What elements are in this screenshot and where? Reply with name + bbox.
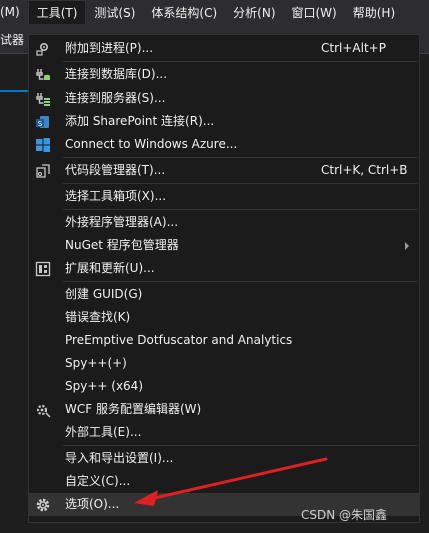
menu-item-label: 外部工具(E)...	[65, 425, 142, 439]
extensions-icon	[35, 261, 51, 277]
menu-item-help[interactable]: 帮助(H)	[345, 0, 403, 24]
menu-item-external-tools[interactable]: 外部工具(E)...	[29, 421, 419, 444]
menu-item-preemptive-dotfuscator[interactable]: PreEmptive Dotfuscator and Analytics	[29, 329, 419, 352]
menu-item-code-snippets-manager[interactable]: 代码段管理器(T)... Ctrl+K, Ctrl+B	[29, 159, 419, 182]
menu-item-label: 错误查找(K)	[65, 310, 131, 324]
separator	[63, 281, 417, 282]
accent-line	[0, 90, 28, 92]
svg-text:S: S	[38, 120, 43, 128]
menu-item-label: 自定义(C)...	[65, 474, 131, 488]
menu-item-spy-plus-plus-x64[interactable]: Spy++ (x64)	[29, 375, 419, 398]
menu-item-spy-plus-plus[interactable]: Spy++(+)	[29, 352, 419, 375]
menu-item-shortcut: Ctrl+Alt+P	[321, 41, 386, 55]
menu-bar: (M) 工具(T) 测试(S) 体系结构(C) 分析(N) 窗口(W) 帮助(H…	[0, 0, 429, 24]
menu-item-label: 代码段管理器(T)...	[65, 163, 166, 177]
menu-item-extensions-updates[interactable]: 扩展和更新(U)...	[29, 257, 419, 280]
menu-item-label: 连接到服务器(S)...	[65, 91, 166, 105]
code-snippet-icon	[35, 163, 51, 179]
gear-icon	[35, 497, 51, 513]
separator	[63, 209, 417, 210]
menu-item-addin-manager[interactable]: 外接程序管理器(A)...	[29, 211, 419, 234]
menu-item-label: 导入和导出设置(I)...	[65, 451, 174, 465]
menu-item-connect-azure[interactable]: Connect to Windows Azure...	[29, 133, 419, 156]
menu-item-label: Spy++(+)	[65, 356, 127, 370]
menu-item-connect-database[interactable]: 连接到数据库(D)...	[29, 63, 419, 86]
menu-item-choose-toolbox-items[interactable]: 选择工具箱项(X)...	[29, 185, 419, 208]
menu-item-label: NuGet 程序包管理器	[65, 238, 179, 252]
separator	[63, 445, 417, 446]
menu-item-label: 扩展和更新(U)...	[65, 261, 155, 275]
menu-item-label: 连接到数据库(D)...	[65, 67, 168, 81]
menu-item-label: Connect to Windows Azure...	[65, 137, 238, 151]
menu-item-label: 创建 GUID(G)	[65, 287, 143, 301]
menu-item-window[interactable]: 窗口(W)	[284, 0, 345, 24]
toolbar-debugger-fragment[interactable]: 试器	[0, 31, 24, 48]
menu-item-partial[interactable]: (M)	[0, 0, 28, 24]
menu-item-customize[interactable]: 自定义(C)...	[29, 470, 419, 493]
menu-item-test[interactable]: 测试(S)	[86, 0, 143, 24]
sharepoint-icon: S	[35, 114, 51, 130]
menu-item-label: 选项(O)...	[65, 497, 120, 511]
menu-item-error-lookup[interactable]: 错误查找(K)	[29, 306, 419, 329]
menu-item-create-guid[interactable]: 创建 GUID(G)	[29, 283, 419, 306]
menu-item-analyze[interactable]: 分析(N)	[225, 0, 283, 24]
menu-item-attach-to-process[interactable]: 附加到进程(P)... Ctrl+Alt+P	[29, 37, 419, 60]
server-connect-icon	[35, 91, 51, 107]
menu-item-connect-server[interactable]: 连接到服务器(S)...	[29, 87, 419, 110]
windows-azure-icon	[35, 137, 51, 153]
menu-item-shortcut: Ctrl+K, Ctrl+B	[321, 163, 408, 177]
separator	[63, 183, 417, 184]
menu-item-import-export-settings[interactable]: 导入和导出设置(I)...	[29, 447, 419, 470]
attach-process-icon	[35, 41, 51, 57]
menu-item-label: Spy++ (x64)	[65, 379, 143, 393]
menu-item-add-sharepoint[interactable]: S 添加 SharePoint 连接(R)...	[29, 110, 419, 133]
menu-item-label: 附加到进程(P)...	[65, 41, 154, 55]
menu-item-label: 选择工具箱项(X)...	[65, 189, 167, 203]
menu-item-wcf-config-editor[interactable]: WCF 服务配置编辑器(W)	[29, 398, 419, 421]
menu-item-architecture[interactable]: 体系结构(C)	[143, 0, 225, 24]
separator	[63, 61, 417, 62]
submenu-arrow-icon	[405, 242, 409, 250]
menu-item-label: WCF 服务配置编辑器(W)	[65, 402, 202, 416]
menu-item-label: 添加 SharePoint 连接(R)...	[65, 114, 215, 128]
menu-item-label: 外接程序管理器(A)...	[65, 215, 179, 229]
menu-item-tools[interactable]: 工具(T)	[27, 0, 87, 24]
menu-item-label: PreEmptive Dotfuscator and Analytics	[65, 333, 293, 347]
watermark: CSDN @朱国鑫	[301, 508, 388, 522]
wcf-config-icon	[35, 402, 51, 418]
database-connect-icon	[35, 67, 51, 83]
separator	[63, 157, 417, 158]
tools-dropdown-menu: 附加到进程(P)... Ctrl+Alt+P 连接到数据库(D)... 连接到服…	[28, 34, 420, 523]
menu-item-nuget-package-manager[interactable]: NuGet 程序包管理器	[29, 234, 419, 257]
